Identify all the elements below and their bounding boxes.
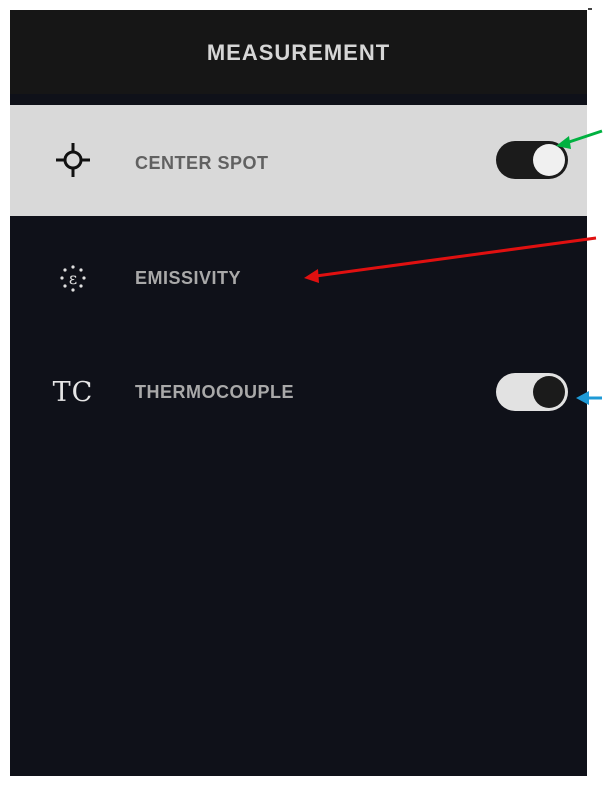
page-title: MEASUREMENT <box>206 40 391 65</box>
crosshair-icon <box>48 135 98 185</box>
tc-icon: TC <box>48 367 98 417</box>
emissivity-icon: ε <box>48 254 98 304</box>
svg-text:ε: ε <box>69 269 77 288</box>
emissivity-label: EMISSIVITY <box>135 268 242 288</box>
thermocouple-toggle[interactable] <box>496 373 568 411</box>
corner-mark <box>588 8 592 10</box>
tc-icon-text: TC <box>52 376 94 408</box>
center-spot-label: CENTER SPOT <box>135 153 269 173</box>
toggle-knob <box>533 376 565 408</box>
menu-item-emissivity[interactable]: ε EMISSIVITY <box>10 220 587 320</box>
screenshot-page: MEASUREMENT CENTER SPOT ε EMISSIVITY TC … <box>0 0 603 786</box>
menu-item-thermocouple[interactable]: TC THERMOCOUPLE <box>10 336 587 436</box>
device-screen: MEASUREMENT CENTER SPOT ε EMISSIVITY TC … <box>10 10 587 776</box>
menu-header: MEASUREMENT <box>10 10 587 94</box>
thermocouple-label: THERMOCOUPLE <box>135 382 294 402</box>
toggle-knob <box>533 144 565 176</box>
center-spot-toggle[interactable] <box>496 141 568 179</box>
menu-item-center-spot[interactable]: CENTER SPOT <box>10 105 587 216</box>
